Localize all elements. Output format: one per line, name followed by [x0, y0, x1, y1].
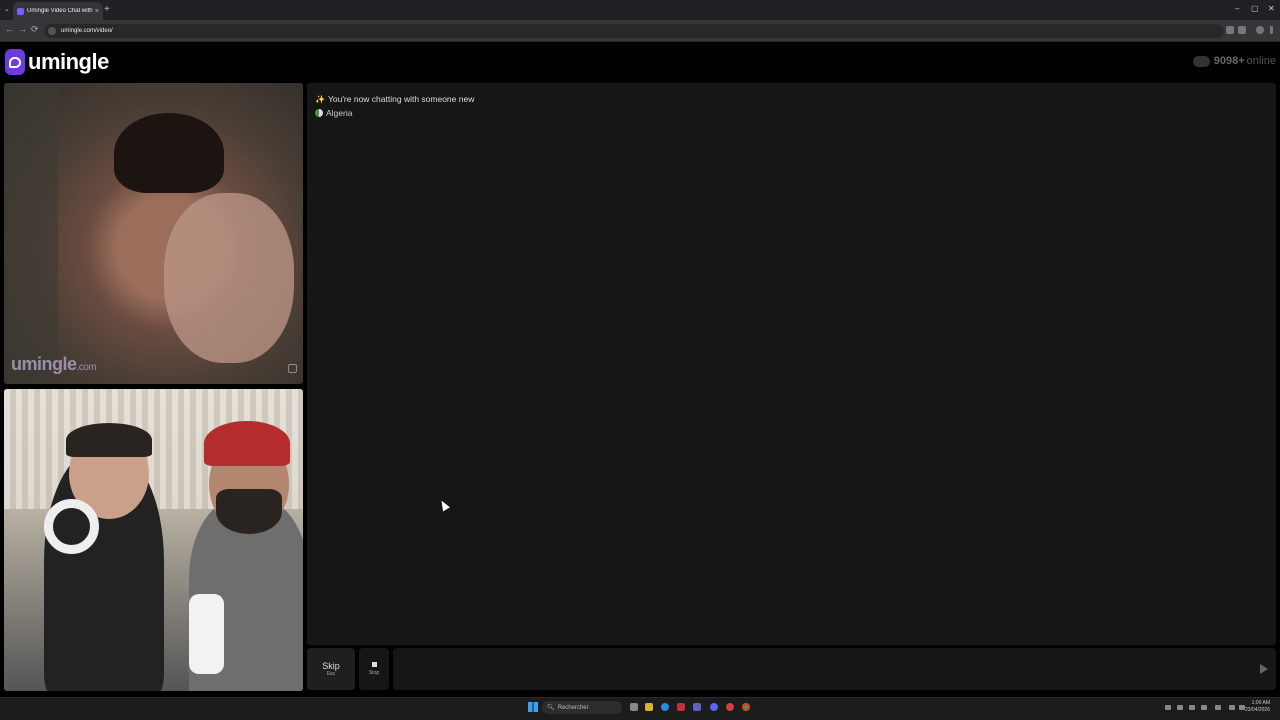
discord-icon[interactable]	[710, 703, 718, 711]
logo-text: umingle	[28, 49, 109, 74]
skip-button[interactable]: Skip Esc	[307, 648, 355, 690]
site-logo[interactable]: umingle	[5, 48, 109, 76]
status-text: You're now chatting with someone new	[327, 94, 475, 104]
online-counter: 9098+ online	[1192, 55, 1276, 67]
chrome-icon[interactable]	[742, 703, 750, 711]
clock-time: 1:00 AM	[1251, 700, 1270, 706]
browser-menu-icon[interactable]	[1270, 26, 1273, 34]
browser-tab-bar	[0, 0, 1280, 20]
task-view-icon[interactable]	[630, 703, 638, 711]
app-icon[interactable]	[677, 703, 685, 711]
reload-button[interactable]: ⟳	[31, 24, 39, 35]
country-name: Algeria	[326, 108, 353, 118]
new-tab-button[interactable]: +	[104, 4, 110, 15]
tray-icon[interactable]	[1201, 705, 1207, 710]
back-button[interactable]: ←	[5, 24, 14, 34]
windows-taskbar	[0, 697, 1280, 720]
clock[interactable]: 1:00 AM 23/04/2026	[1245, 700, 1270, 714]
chat-bubble-icon	[5, 49, 25, 75]
tray-icon[interactable]	[1177, 705, 1183, 710]
taskbar-search-label: Rechercher	[557, 704, 589, 711]
stop-icon	[371, 662, 377, 667]
tab-close-icon[interactable]: ×	[95, 8, 99, 15]
toggle-icon[interactable]	[1192, 55, 1210, 67]
stop-button[interactable]: Stop	[359, 648, 389, 690]
url-text: umingle.com/video/	[61, 28, 113, 34]
globe-icon	[315, 109, 323, 117]
wifi-icon[interactable]	[1229, 705, 1235, 710]
app-icon[interactable]	[726, 703, 734, 711]
self-video	[4, 389, 303, 691]
tray-chevron-icon[interactable]	[1165, 705, 1171, 710]
bookmark-star-icon[interactable]	[1238, 26, 1246, 34]
tab-search-icon[interactable]: ⌄	[4, 5, 10, 13]
windows-start-icon[interactable]	[528, 702, 538, 712]
browser-tab[interactable]: Umingle Video Chat with S ×	[13, 2, 103, 20]
minimize-button[interactable]: –	[1235, 4, 1239, 13]
maximize-button[interactable]: ▢	[1251, 4, 1259, 13]
chat-panel	[307, 83, 1276, 645]
send-icon[interactable]	[1260, 664, 1268, 674]
chat-status-message: ✨ You're now chatting with someone new	[315, 94, 474, 104]
site-favicon-icon	[17, 7, 24, 15]
tray-icon[interactable]	[1189, 705, 1195, 710]
video-watermark: umingle.com	[11, 354, 97, 374]
language-icon[interactable]	[1215, 705, 1221, 710]
translate-icon[interactable]	[1226, 26, 1234, 34]
search-icon: 🔍︎	[547, 705, 555, 711]
site-info-icon[interactable]	[48, 27, 56, 35]
report-flag-icon[interactable]	[288, 364, 297, 373]
edge-icon[interactable]	[661, 703, 669, 711]
skip-shortcut: Esc	[326, 671, 336, 677]
stranger-video	[4, 83, 303, 384]
profile-icon[interactable]	[1256, 26, 1264, 34]
clock-date: 23/04/2026	[1244, 707, 1270, 713]
app-icon[interactable]	[693, 703, 701, 711]
tab-title: Umingle Video Chat with S	[27, 8, 93, 14]
skip-label: Skip	[322, 661, 340, 671]
online-label: online	[1246, 55, 1276, 67]
close-window-button[interactable]: ✕	[1268, 4, 1275, 13]
taskbar-search[interactable]: 🔍︎ Rechercher	[542, 701, 622, 714]
url-bar[interactable]: umingle.com/video/	[44, 24, 1224, 38]
stranger-country: Algeria	[315, 108, 352, 118]
file-explorer-icon[interactable]	[645, 703, 653, 711]
forward-button[interactable]: →	[18, 24, 27, 34]
message-input[interactable]	[393, 648, 1276, 690]
online-count: 9098+	[1213, 55, 1245, 67]
sparkle-icon: ✨	[315, 94, 325, 104]
stop-label: Stop	[368, 670, 380, 676]
